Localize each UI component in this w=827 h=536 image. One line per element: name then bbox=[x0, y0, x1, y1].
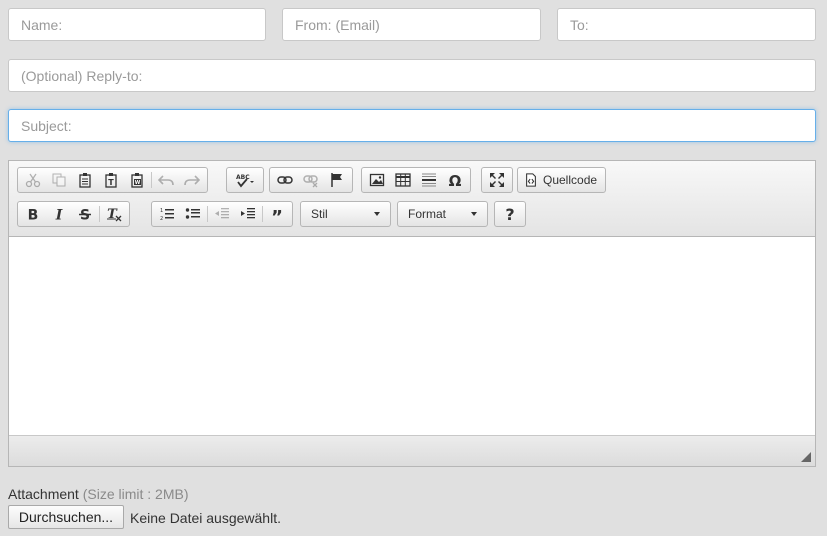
svg-text:I: I bbox=[55, 208, 63, 223]
horizontal-line-button[interactable] bbox=[416, 169, 442, 191]
svg-text:ABC: ABC bbox=[236, 174, 250, 181]
blockquote-icon: ” bbox=[271, 207, 283, 222]
chevron-down-icon bbox=[374, 212, 380, 216]
attachment-size-limit: (Size limit : 2MB) bbox=[82, 486, 189, 502]
attachment-label: Attachment (Size limit : 2MB) bbox=[8, 486, 189, 502]
anchor-button[interactable] bbox=[324, 169, 350, 191]
remove-format-icon: T bbox=[107, 207, 122, 222]
paste-word-icon: W bbox=[131, 173, 143, 188]
remove-format-button[interactable]: T bbox=[101, 203, 127, 225]
rich-text-editor: T W ABC Ω Quellcode B I S T 1 2 ” Stil F… bbox=[8, 160, 816, 467]
source-button[interactable]: Quellcode bbox=[520, 169, 603, 191]
undo-icon bbox=[158, 175, 174, 186]
horizontal-line-icon bbox=[422, 173, 436, 187]
link-icon bbox=[277, 176, 293, 184]
cut-icon bbox=[25, 173, 41, 188]
paste-text-icon: T bbox=[105, 173, 117, 188]
file-status-text: Keine Datei ausgewählt. bbox=[130, 510, 281, 526]
svg-text:W: W bbox=[135, 180, 141, 186]
subject-field[interactable] bbox=[8, 109, 816, 142]
style-dropdown-label: Stil bbox=[311, 207, 328, 221]
bold-icon: B bbox=[28, 208, 39, 223]
outdent-button[interactable] bbox=[209, 203, 235, 225]
bulleted-list-button[interactable] bbox=[180, 203, 206, 225]
chevron-down-icon bbox=[471, 212, 477, 216]
strike-icon: S bbox=[79, 208, 91, 222]
svg-text:2: 2 bbox=[160, 216, 163, 222]
help-button[interactable]: ? bbox=[497, 203, 523, 225]
image-button[interactable] bbox=[364, 169, 390, 191]
svg-text:Ω: Ω bbox=[449, 172, 462, 188]
unlink-button[interactable] bbox=[298, 169, 324, 191]
image-icon bbox=[369, 173, 385, 187]
source-group: Quellcode bbox=[517, 167, 607, 193]
spellcheck-button[interactable]: ABC bbox=[229, 169, 261, 191]
bold-button[interactable]: B bbox=[20, 203, 46, 225]
clipboard-group: T W bbox=[17, 167, 208, 193]
style-dropdown[interactable]: Stil bbox=[300, 201, 391, 227]
paste-word-button[interactable]: W bbox=[124, 169, 150, 191]
maximize-icon bbox=[490, 173, 504, 187]
link-group bbox=[269, 167, 353, 193]
numbered-list-button[interactable]: 12 bbox=[154, 203, 180, 225]
name-field[interactable] bbox=[8, 8, 266, 41]
numbered-list-icon: 12 bbox=[160, 208, 174, 222]
format-dropdown[interactable]: Format bbox=[397, 201, 488, 227]
spellcheck-group: ABC bbox=[226, 167, 264, 193]
outdent-icon bbox=[215, 208, 229, 219]
redo-icon bbox=[184, 175, 200, 186]
unlink-icon bbox=[303, 175, 318, 188]
to-field[interactable] bbox=[557, 8, 816, 41]
undo-button[interactable] bbox=[153, 169, 179, 191]
italic-button[interactable]: I bbox=[46, 203, 72, 225]
strike-button[interactable]: S bbox=[72, 203, 98, 225]
svg-text:?: ? bbox=[505, 206, 514, 222]
table-button[interactable] bbox=[390, 169, 416, 191]
basic-style-group: B I S T bbox=[17, 201, 130, 227]
help-icon: ? bbox=[505, 206, 514, 222]
separator bbox=[207, 206, 208, 222]
source-icon bbox=[526, 173, 536, 187]
source-button-label: Quellcode bbox=[543, 173, 598, 187]
paste-text-button[interactable]: T bbox=[98, 169, 124, 191]
italic-icon: I bbox=[55, 208, 63, 223]
editor-toolbar: T W ABC Ω Quellcode B I S T 1 2 ” Stil F… bbox=[9, 161, 815, 237]
table-icon bbox=[395, 173, 411, 187]
browse-file-button[interactable]: Durchsuchen... bbox=[8, 505, 124, 529]
link-button[interactable] bbox=[272, 169, 298, 191]
separator bbox=[151, 172, 152, 188]
help-group: ? bbox=[494, 201, 526, 227]
bulleted-list-icon bbox=[185, 208, 200, 219]
separator bbox=[99, 206, 100, 222]
resize-handle-icon[interactable] bbox=[801, 452, 811, 462]
anchor-icon bbox=[331, 173, 342, 187]
format-dropdown-label: Format bbox=[408, 207, 447, 221]
attachment-label-text: Attachment bbox=[8, 486, 79, 502]
indent-icon bbox=[241, 208, 255, 219]
special-char-button[interactable]: Ω bbox=[442, 169, 468, 191]
svg-text:1: 1 bbox=[160, 208, 163, 214]
paste-button[interactable] bbox=[72, 169, 98, 191]
editor-content-area[interactable] bbox=[9, 237, 815, 436]
separator bbox=[262, 206, 263, 222]
spellcheck-icon: ABC bbox=[236, 174, 254, 188]
svg-text:T: T bbox=[108, 178, 114, 187]
blockquote-button[interactable]: ” bbox=[264, 203, 290, 225]
redo-button[interactable] bbox=[179, 169, 205, 191]
cut-button[interactable] bbox=[20, 169, 46, 191]
maximize-button[interactable] bbox=[484, 169, 510, 191]
svg-text:”: ” bbox=[271, 207, 283, 222]
list-group: 12 ” bbox=[151, 201, 293, 227]
indent-button[interactable] bbox=[235, 203, 261, 225]
svg-text:B: B bbox=[28, 208, 39, 223]
copy-button[interactable] bbox=[46, 169, 72, 191]
special-char-icon: Ω bbox=[449, 172, 462, 188]
insert-group: Ω bbox=[361, 167, 471, 193]
reply-to-field[interactable] bbox=[8, 59, 816, 92]
copy-icon bbox=[52, 173, 66, 187]
from-email-field[interactable] bbox=[282, 8, 541, 41]
paste-icon bbox=[79, 173, 91, 188]
maximize-group bbox=[481, 167, 513, 193]
editor-bottom-bar bbox=[9, 435, 815, 466]
